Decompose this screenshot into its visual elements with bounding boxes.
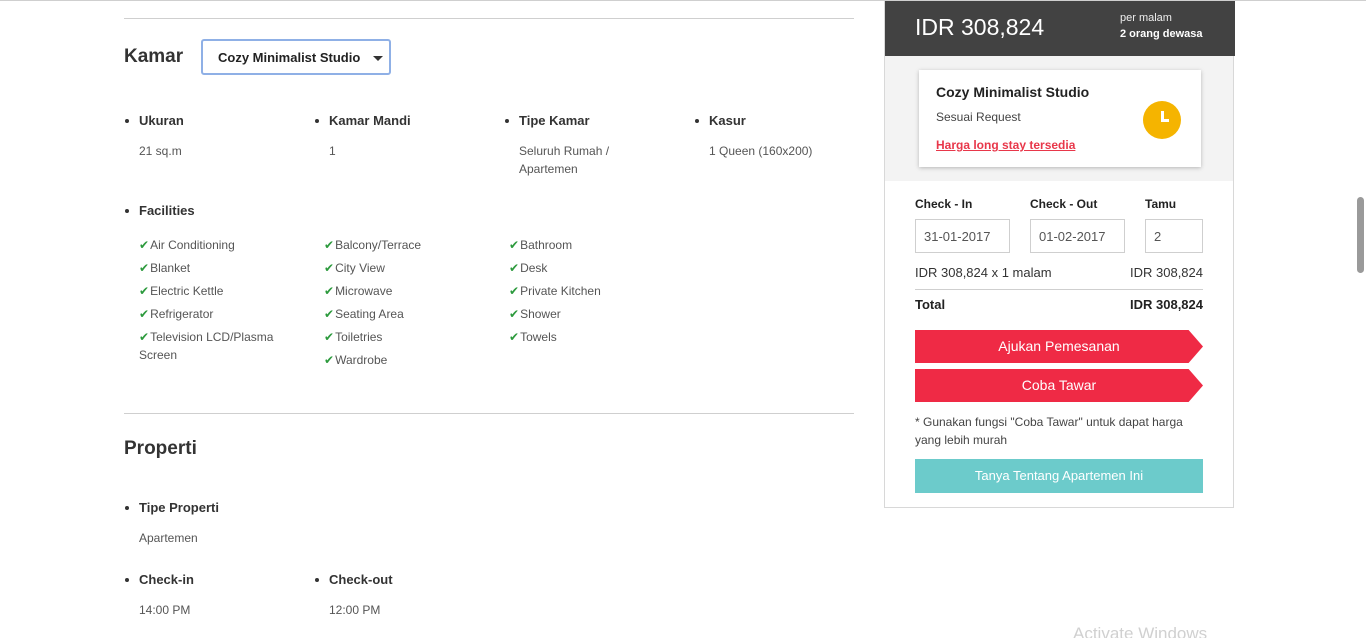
facility-item: ✔Toiletries (324, 330, 383, 344)
facilities-label: Facilities (139, 203, 195, 218)
bullet (125, 209, 129, 213)
check-icon: ✔ (509, 261, 520, 275)
attr-ukuran: Ukuran 21 sq.m (125, 113, 319, 160)
properti-title: Properti (124, 438, 197, 459)
room-card: Cozy Minimalist Studio Sesuai Request Ha… (919, 70, 1201, 167)
bullet (125, 578, 129, 582)
activate-windows-watermark: Activate Windows (1073, 624, 1208, 638)
attr-label: Kasur (709, 113, 746, 128)
bullet (505, 119, 509, 123)
scrollbar-thumb[interactable] (1357, 197, 1364, 273)
check-icon: ✔ (139, 261, 150, 275)
facility-item: ✔Towels (509, 330, 557, 344)
clock-icon (1143, 101, 1181, 139)
attr-value: 1 (329, 144, 336, 158)
bullet (315, 578, 319, 582)
facility-item: ✔Balcony/Terrace (324, 238, 422, 252)
facility-item: ✔Electric Kettle (139, 284, 224, 298)
checkout-input[interactable]: 01-02-2017 (1030, 219, 1125, 253)
total-amount: IDR 308,824 (1130, 297, 1203, 312)
check-icon: ✔ (324, 330, 335, 344)
long-stay-link[interactable]: Harga long stay tersedia (936, 138, 1075, 152)
facility-item: ✔Blanket (139, 261, 191, 275)
total-divider (915, 289, 1203, 290)
guests-label: Tamu (1145, 197, 1177, 211)
request-label: Sesuai Request (936, 110, 1021, 124)
attr-kasur: Kasur 1 Queen (160x200) (695, 113, 849, 160)
section-divider (124, 413, 854, 414)
prop-value: 14:00 PM (139, 603, 191, 617)
offer-note: * Gunakan fungsi "Coba Tawar" untuk dapa… (915, 415, 1183, 447)
check-icon: ✔ (139, 330, 150, 344)
check-icon: ✔ (324, 238, 335, 252)
check-icon: ✔ (509, 284, 520, 298)
guests-summary: 2 orang dewasa (1120, 28, 1203, 40)
prop-tipe-properti: Tipe Properti Apartemen (125, 500, 319, 547)
prop-check-out: Check-out 12:00 PM (315, 572, 509, 619)
attr-label: Tipe Kamar (519, 113, 590, 128)
bullet (125, 119, 129, 123)
per-night-label: per malam (1120, 12, 1172, 24)
facility-item: ✔City View (324, 261, 385, 275)
check-icon: ✔ (139, 307, 150, 321)
facility-item: ✔Seating Area (324, 307, 404, 321)
price-header: IDR 308,824 per malam 2 orang dewasa (885, 1, 1235, 56)
facility-item: ✔Private Kitchen (509, 284, 601, 298)
ask-apartment-button[interactable]: Tanya Tentang Apartemen Ini (915, 459, 1203, 493)
section-divider (124, 18, 854, 19)
facility-item: ✔Television LCD/Plasma Screen (139, 330, 274, 362)
price-line-amount: IDR 308,824 (1130, 265, 1203, 280)
prop-check-in: Check-in 14:00 PM (125, 572, 319, 619)
prop-label: Check-in (139, 572, 194, 587)
checkin-input[interactable]: 31-01-2017 (915, 219, 1010, 253)
check-icon: ✔ (509, 330, 520, 344)
guests-input[interactable]: 2 (1145, 219, 1203, 253)
facilities-heading: Facilities (125, 203, 319, 218)
facility-item: ✔Air Conditioning (139, 238, 235, 252)
check-icon: ✔ (324, 261, 335, 275)
room-name: Cozy Minimalist Studio (936, 84, 1090, 100)
check-icon: ✔ (324, 307, 335, 321)
facility-item: ✔Wardrobe (324, 353, 388, 367)
price-line-desc: IDR 308,824 x 1 malam (915, 265, 1052, 280)
make-offer-button[interactable]: Coba Tawar (915, 369, 1203, 402)
checkout-label: Check - Out (1030, 197, 1098, 211)
check-icon: ✔ (509, 307, 520, 321)
facility-item: ✔Shower (509, 307, 561, 321)
facility-item: ✔Desk (509, 261, 548, 275)
check-icon: ✔ (509, 238, 520, 252)
check-icon: ✔ (324, 353, 335, 367)
attr-value: Seluruh Rumah / Apartemen (519, 144, 610, 176)
prop-value: Apartemen (139, 531, 198, 545)
check-icon: ✔ (139, 284, 150, 298)
facility-item: ✔Bathroom (509, 238, 573, 252)
attr-label: Kamar Mandi (329, 113, 411, 128)
kamar-title: Kamar (124, 46, 184, 67)
prop-label: Tipe Properti (139, 500, 219, 515)
bullet (695, 119, 699, 123)
prop-label: Check-out (329, 572, 393, 587)
bullet (315, 119, 319, 123)
attr-value: 21 sq.m (139, 144, 182, 158)
room-select[interactable]: Cozy Minimalist Studio (201, 39, 391, 75)
submit-booking-button[interactable]: Ajukan Pemesanan (915, 330, 1203, 363)
checkin-label: Check - In (915, 197, 973, 211)
room-select-value: Cozy Minimalist Studio (218, 50, 361, 65)
price-per-night: IDR 308,824 (915, 14, 1045, 40)
facility-item: ✔Microwave (324, 284, 393, 298)
prop-value: 12:00 PM (329, 603, 381, 617)
attr-label: Ukuran (139, 113, 184, 128)
bullet (125, 506, 129, 510)
attr-value: 1 Queen (160x200) (709, 144, 813, 158)
facility-item: ✔Refrigerator (139, 307, 214, 321)
booking-panel: IDR 308,824 per malam 2 orang dewasa Coz… (884, 1, 1235, 508)
attr-kamar-mandi: Kamar Mandi 1 (315, 113, 509, 160)
check-icon: ✔ (139, 238, 150, 252)
attr-tipe-kamar: Tipe Kamar Seluruh Rumah / Apartemen (505, 113, 639, 178)
total-label: Total (915, 297, 946, 312)
chevron-down-icon (373, 56, 383, 61)
check-icon: ✔ (324, 284, 335, 298)
